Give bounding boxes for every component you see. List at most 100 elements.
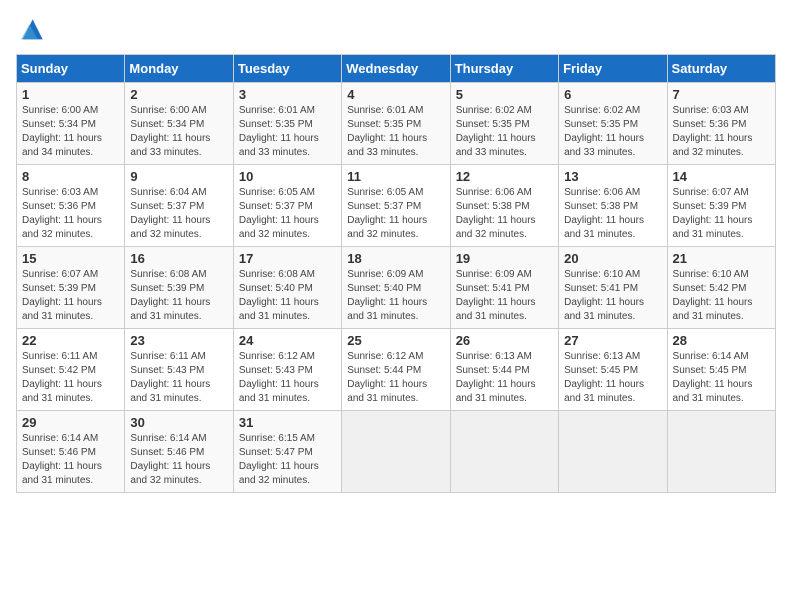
- day-number: 3: [239, 87, 336, 102]
- column-header-saturday: Saturday: [667, 55, 775, 83]
- day-number: 26: [456, 333, 553, 348]
- day-content: Sunrise: 6:02 AMSunset: 5:35 PMDaylight:…: [456, 104, 553, 160]
- calendar-cell: 18 Sunrise: 6:09 AMSunset: 5:40 PMDayligh…: [342, 247, 450, 329]
- day-number: 19: [456, 251, 553, 266]
- calendar-cell: 11 Sunrise: 6:05 AMSunset: 5:37 PMDayligh…: [342, 165, 450, 247]
- calendar-cell: 7Sunrise: 6:03 AMSunset: 5:36 PMDaylight…: [667, 83, 775, 165]
- calendar-cell: 9Sunrise: 6:04 AMSunset: 5:37 PMDaylight…: [125, 165, 233, 247]
- calendar-header-row: SundayMondayTuesdayWednesdayThursdayFrid…: [17, 55, 776, 83]
- calendar-cell: 27 Sunrise: 6:13 AMSunset: 5:45 PMDayligh…: [559, 329, 667, 411]
- day-content: Sunrise: 6:06 AMSunset: 5:38 PMDaylight:…: [456, 186, 553, 242]
- day-number: 20: [564, 251, 661, 266]
- calendar-cell: 21Sunrise: 6:10 AMSunset: 5:42 PMDayligh…: [667, 247, 775, 329]
- column-header-thursday: Thursday: [450, 55, 558, 83]
- calendar-cell: 25 Sunrise: 6:12 AMSunset: 5:44 PMDayligh…: [342, 329, 450, 411]
- day-content: Sunrise: 6:10 AMSunset: 5:41 PMDaylight:…: [564, 268, 661, 324]
- day-content: Sunrise: 6:01 AMSunset: 5:35 PMDaylight:…: [239, 104, 336, 160]
- calendar-cell: 2 Sunrise: 6:00 AMSunset: 5:34 PMDaylight…: [125, 83, 233, 165]
- day-content: Sunrise: 6:01 AMSunset: 5:35 PMDaylight:…: [347, 104, 444, 160]
- day-content: Sunrise: 6:13 AMSunset: 5:44 PMDaylight:…: [456, 350, 553, 406]
- day-content: Sunrise: 6:14 AMSunset: 5:45 PMDaylight:…: [673, 350, 770, 406]
- day-number: 14: [673, 169, 770, 184]
- calendar-cell: 3 Sunrise: 6:01 AMSunset: 5:35 PMDaylight…: [233, 83, 341, 165]
- day-content: Sunrise: 6:15 AMSunset: 5:47 PMDaylight:…: [239, 432, 336, 488]
- day-number: 12: [456, 169, 553, 184]
- day-number: 11: [347, 169, 444, 184]
- calendar-cell: 4 Sunrise: 6:01 AMSunset: 5:35 PMDaylight…: [342, 83, 450, 165]
- calendar-cell: [559, 411, 667, 493]
- day-content: Sunrise: 6:08 AMSunset: 5:39 PMDaylight:…: [130, 268, 227, 324]
- calendar-cell: 26 Sunrise: 6:13 AMSunset: 5:44 PMDayligh…: [450, 329, 558, 411]
- day-number: 2: [130, 87, 227, 102]
- day-content: Sunrise: 6:02 AMSunset: 5:35 PMDaylight:…: [564, 104, 661, 160]
- calendar-cell: 13 Sunrise: 6:06 AMSunset: 5:38 PMDayligh…: [559, 165, 667, 247]
- calendar-cell: 31 Sunrise: 6:15 AMSunset: 5:47 PMDayligh…: [233, 411, 341, 493]
- calendar-cell: 1 Sunrise: 6:00 AMSunset: 5:34 PMDaylight…: [17, 83, 125, 165]
- day-number: 29: [22, 415, 119, 430]
- day-number: 27: [564, 333, 661, 348]
- calendar-cell: 24 Sunrise: 6:12 AMSunset: 5:43 PMDayligh…: [233, 329, 341, 411]
- day-number: 13: [564, 169, 661, 184]
- column-header-sunday: Sunday: [17, 55, 125, 83]
- calendar-cell: 5 Sunrise: 6:02 AMSunset: 5:35 PMDaylight…: [450, 83, 558, 165]
- column-header-tuesday: Tuesday: [233, 55, 341, 83]
- calendar-cell: [450, 411, 558, 493]
- calendar-cell: 20 Sunrise: 6:10 AMSunset: 5:41 PMDayligh…: [559, 247, 667, 329]
- day-number: 5: [456, 87, 553, 102]
- day-number: 6: [564, 87, 661, 102]
- day-number: 15: [22, 251, 119, 266]
- calendar-week-row: 15 Sunrise: 6:07 AMSunset: 5:39 PMDayligh…: [17, 247, 776, 329]
- calendar-cell: 19Sunrise: 6:09 AMSunset: 5:41 PMDayligh…: [450, 247, 558, 329]
- day-content: Sunrise: 6:13 AMSunset: 5:45 PMDaylight:…: [564, 350, 661, 406]
- day-number: 31: [239, 415, 336, 430]
- column-header-monday: Monday: [125, 55, 233, 83]
- logo-icon: [16, 16, 46, 46]
- day-content: Sunrise: 6:12 AMSunset: 5:44 PMDaylight:…: [347, 350, 444, 406]
- day-number: 25: [347, 333, 444, 348]
- day-number: 16: [130, 251, 227, 266]
- day-content: Sunrise: 6:09 AMSunset: 5:40 PMDaylight:…: [347, 268, 444, 324]
- column-header-friday: Friday: [559, 55, 667, 83]
- calendar-cell: 8Sunrise: 6:03 AMSunset: 5:36 PMDaylight…: [17, 165, 125, 247]
- day-content: Sunrise: 6:06 AMSunset: 5:38 PMDaylight:…: [564, 186, 661, 242]
- calendar-cell: 6 Sunrise: 6:02 AMSunset: 5:35 PMDaylight…: [559, 83, 667, 165]
- day-number: 28: [673, 333, 770, 348]
- day-content: Sunrise: 6:04 AMSunset: 5:37 PMDaylight:…: [130, 186, 227, 242]
- day-content: Sunrise: 6:03 AMSunset: 5:36 PMDaylight:…: [22, 186, 119, 242]
- day-number: 18: [347, 251, 444, 266]
- day-number: 17: [239, 251, 336, 266]
- calendar-week-row: 29 Sunrise: 6:14 AMSunset: 5:46 PMDayligh…: [17, 411, 776, 493]
- calendar-cell: 10Sunrise: 6:05 AMSunset: 5:37 PMDayligh…: [233, 165, 341, 247]
- calendar-cell: [342, 411, 450, 493]
- column-header-wednesday: Wednesday: [342, 55, 450, 83]
- calendar-cell: 17Sunrise: 6:08 AMSunset: 5:40 PMDayligh…: [233, 247, 341, 329]
- calendar-cell: [667, 411, 775, 493]
- day-content: Sunrise: 6:12 AMSunset: 5:43 PMDaylight:…: [239, 350, 336, 406]
- calendar-cell: 23 Sunrise: 6:11 AMSunset: 5:43 PMDayligh…: [125, 329, 233, 411]
- day-content: Sunrise: 6:00 AMSunset: 5:34 PMDaylight:…: [22, 104, 119, 160]
- day-content: Sunrise: 6:00 AMSunset: 5:34 PMDaylight:…: [130, 104, 227, 160]
- day-content: Sunrise: 6:03 AMSunset: 5:36 PMDaylight:…: [673, 104, 770, 160]
- day-content: Sunrise: 6:07 AMSunset: 5:39 PMDaylight:…: [22, 268, 119, 324]
- day-number: 1: [22, 87, 119, 102]
- day-number: 23: [130, 333, 227, 348]
- calendar-cell: 15 Sunrise: 6:07 AMSunset: 5:39 PMDayligh…: [17, 247, 125, 329]
- calendar-week-row: 22 Sunrise: 6:11 AMSunset: 5:42 PMDayligh…: [17, 329, 776, 411]
- day-number: 24: [239, 333, 336, 348]
- calendar-cell: 28 Sunrise: 6:14 AMSunset: 5:45 PMDayligh…: [667, 329, 775, 411]
- day-number: 10: [239, 169, 336, 184]
- calendar-cell: 30Sunrise: 6:14 AMSunset: 5:46 PMDayligh…: [125, 411, 233, 493]
- day-number: 22: [22, 333, 119, 348]
- day-number: 4: [347, 87, 444, 102]
- day-content: Sunrise: 6:14 AMSunset: 5:46 PMDaylight:…: [130, 432, 227, 488]
- calendar-week-row: 8Sunrise: 6:03 AMSunset: 5:36 PMDaylight…: [17, 165, 776, 247]
- day-content: Sunrise: 6:10 AMSunset: 5:42 PMDaylight:…: [673, 268, 770, 324]
- logo: [16, 16, 50, 46]
- calendar-table: SundayMondayTuesdayWednesdayThursdayFrid…: [16, 54, 776, 493]
- day-content: Sunrise: 6:05 AMSunset: 5:37 PMDaylight:…: [347, 186, 444, 242]
- day-content: Sunrise: 6:11 AMSunset: 5:43 PMDaylight:…: [130, 350, 227, 406]
- calendar-cell: 14 Sunrise: 6:07 AMSunset: 5:39 PMDayligh…: [667, 165, 775, 247]
- day-content: Sunrise: 6:11 AMSunset: 5:42 PMDaylight:…: [22, 350, 119, 406]
- day-content: Sunrise: 6:14 AMSunset: 5:46 PMDaylight:…: [22, 432, 119, 488]
- day-content: Sunrise: 6:07 AMSunset: 5:39 PMDaylight:…: [673, 186, 770, 242]
